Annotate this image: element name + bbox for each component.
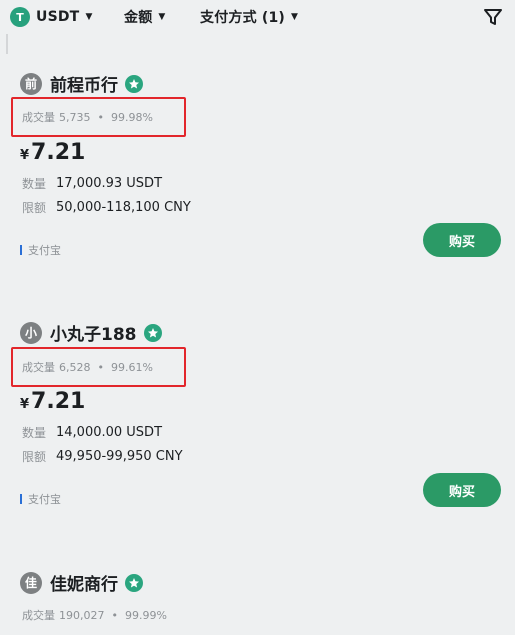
quantity-label: 数量	[22, 426, 47, 440]
funnel-icon[interactable]	[482, 6, 504, 28]
scroll-indicator	[6, 34, 8, 54]
quantity-row: 数量 14,000.00 USDT	[22, 424, 162, 441]
merchant-name[interactable]: 佳妮商行	[50, 570, 118, 595]
amount-label: 金额	[124, 10, 153, 26]
volume-value: 6,528	[59, 360, 91, 374]
amount-filter[interactable]: 金额 ▼	[124, 6, 165, 28]
usdt-coin-icon: T	[10, 7, 30, 27]
quantity-value: 14,000.00 USDT	[56, 425, 163, 440]
merchant-name[interactable]: 前程币行	[50, 71, 118, 96]
currency-symbol: ¥	[20, 148, 30, 163]
completion-rate: 99.98%	[111, 110, 153, 124]
price: ¥ 7.21	[20, 389, 85, 414]
payment-bar-icon	[20, 494, 22, 504]
payment-method-label: 支付宝	[28, 493, 61, 506]
merchant-avatar: 前	[20, 72, 42, 95]
trade-stats: 成交量 6,528 • 99.61%	[22, 359, 153, 375]
trade-stats: 成交量 5,735 • 99.98%	[22, 109, 153, 125]
caret-down-icon: ▼	[85, 12, 93, 22]
merchant-avatar: 小	[20, 321, 42, 344]
price-value: 7.21	[31, 140, 86, 165]
merchant-header[interactable]: 佳 佳妮商行	[20, 570, 143, 595]
filter-bar: T USDT ▼ 金额 ▼ 支付方式 (1) ▼	[0, 0, 515, 38]
merchant-header[interactable]: 小 小丸子188	[20, 320, 162, 345]
payment-method: 支付宝	[20, 491, 61, 507]
trade-stats: 成交量 190,027 • 99.99%	[22, 607, 167, 623]
limit-row: 限额 50,000-118,100 CNY	[22, 199, 191, 216]
separator-dot: •	[111, 608, 119, 622]
payment-method: 支付宝	[20, 242, 61, 258]
coin-selector[interactable]: T USDT ▼	[10, 6, 92, 28]
payment-bar-icon	[20, 245, 22, 255]
quantity-value: 17,000.93 USDT	[56, 176, 163, 191]
separator-dot: •	[97, 360, 105, 374]
limit-value: 49,950-99,950 CNY	[56, 449, 183, 464]
verified-badge-icon	[125, 573, 143, 592]
limit-row: 限额 49,950-99,950 CNY	[22, 448, 183, 465]
limit-label: 限额	[22, 450, 47, 464]
completion-rate: 99.61%	[111, 360, 153, 374]
volume-value: 190,027	[59, 608, 105, 622]
volume-label: 成交量	[22, 111, 55, 124]
limit-value: 50,000-118,100 CNY	[56, 200, 191, 215]
buy-button[interactable]: 购买	[423, 473, 501, 507]
payment-label: 支付方式 (1)	[200, 10, 286, 26]
merchant-avatar: 佳	[20, 571, 42, 594]
currency-symbol: ¥	[20, 397, 30, 412]
separator-dot: •	[97, 110, 105, 124]
volume-label: 成交量	[22, 361, 55, 374]
merchant-header[interactable]: 前 前程币行	[20, 71, 143, 96]
quantity-label: 数量	[22, 177, 47, 191]
limit-label: 限额	[22, 201, 47, 215]
volume-label: 成交量	[22, 609, 55, 622]
coin-label: USDT	[36, 9, 80, 25]
merchant-name[interactable]: 小丸子188	[50, 320, 137, 345]
quantity-row: 数量 17,000.93 USDT	[22, 175, 162, 192]
verified-badge-icon	[125, 74, 143, 93]
payment-method-label: 支付宝	[28, 244, 61, 257]
buy-button[interactable]: 购买	[423, 223, 501, 257]
caret-down-icon: ▼	[291, 12, 298, 22]
payment-filter[interactable]: 支付方式 (1) ▼	[200, 6, 298, 28]
caret-down-icon: ▼	[158, 12, 166, 22]
verified-badge-icon	[143, 323, 162, 342]
completion-rate: 99.99%	[125, 608, 167, 622]
price: ¥ 7.21	[20, 140, 85, 165]
volume-value: 5,735	[59, 110, 91, 124]
price-value: 7.21	[31, 389, 86, 414]
